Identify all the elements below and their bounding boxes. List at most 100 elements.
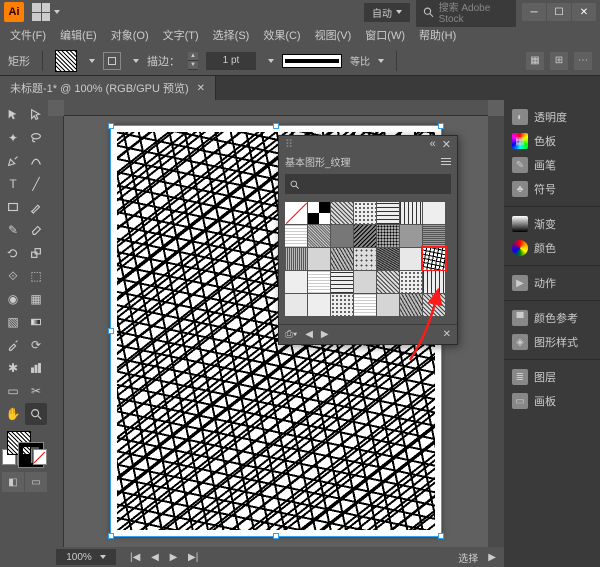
swatch-pattern[interactable] [377,202,399,224]
line-tool[interactable]: ╱ [25,173,47,195]
curvature-tool[interactable] [25,150,47,172]
rectangle-tool[interactable] [2,196,24,218]
none-swatch[interactable] [33,449,47,465]
zoom-tool[interactable] [25,403,47,425]
ruler-horizontal[interactable] [64,100,488,116]
selection-handle[interactable] [273,123,279,129]
swatch-pattern[interactable] [377,248,399,270]
slice-tool[interactable]: ✂ [25,380,47,402]
draw-mode-icon[interactable]: ◧ [2,472,24,492]
swatch-pattern[interactable] [377,294,399,316]
panel-color-guide[interactable]: ▀颜色参考 [504,307,600,329]
selection-handle[interactable] [273,533,279,539]
swatch-pattern[interactable] [285,248,307,270]
swatch-pattern[interactable] [377,271,399,293]
selection-handle[interactable] [108,328,114,334]
menu-type[interactable]: 文字(T) [157,25,205,45]
close-panel-icon[interactable]: ✕ [442,138,451,151]
chevron-down-icon[interactable] [133,59,139,63]
rotate-tool[interactable] [2,242,24,264]
prev-artboard-icon[interactable]: ◀ [147,552,163,563]
panel-actions[interactable]: ▶动作 [504,272,600,294]
swatch-pattern[interactable] [331,202,353,224]
align-icon[interactable]: ▦ [526,52,544,70]
swatch-pattern[interactable] [400,225,422,247]
eraser-tool[interactable] [25,219,47,241]
stroke-profile-dropdown[interactable]: 等比 [350,53,384,68]
perspective-grid-tool[interactable]: ▦ [25,288,47,310]
swatch-none[interactable] [285,202,307,224]
column-graph-tool[interactable] [25,357,47,379]
menu-effect[interactable]: 效果(C) [257,25,306,45]
menu-select[interactable]: 选择(S) [207,25,256,45]
type-tool[interactable]: T [2,173,24,195]
step-up-icon[interactable]: ▲ [188,52,198,61]
grip-icon[interactable]: ⠿ [285,138,293,151]
swatch-pattern[interactable] [400,294,422,316]
first-artboard-icon[interactable]: |◀ [126,552,144,563]
close-tab-icon[interactable]: ✕ [197,83,205,94]
blend-tool[interactable]: ⟳ [25,334,47,356]
document-tab[interactable]: 未标题-1* @ 100% (RGB/GPU 预览) ✕ [0,76,216,100]
swatch-pattern[interactable] [354,202,376,224]
panel-color[interactable]: 颜色 [504,237,600,259]
shaper-tool[interactable]: ✎ [2,219,24,241]
swatch-pattern[interactable] [354,248,376,270]
lasso-tool[interactable] [25,127,47,149]
swatch-pattern[interactable] [308,225,330,247]
swatch-pattern[interactable] [308,271,330,293]
ruler-vertical[interactable] [48,116,64,551]
menu-edit[interactable]: 编辑(E) [54,25,103,45]
transform-icon[interactable]: ⊞ [550,52,568,70]
auto-dropdown[interactable]: 自动 [364,3,410,22]
swatch-pattern[interactable] [285,225,307,247]
menu-help[interactable]: 帮助(H) [413,25,462,45]
status-menu-icon[interactable]: ▶ [488,552,496,563]
swatch-pattern[interactable] [308,294,330,316]
swatch-pattern[interactable] [331,248,353,270]
last-artboard-icon[interactable]: ▶| [184,552,202,563]
selection-handle[interactable] [108,123,114,129]
fill-swatch[interactable] [55,50,77,72]
paintbrush-tool[interactable] [25,196,47,218]
panel-symbols[interactable]: ♣符号 [504,178,600,200]
gradient-tool[interactable] [25,311,47,333]
next-artboard-icon[interactable]: ▶ [166,552,182,563]
swatch-pattern-selected[interactable] [423,248,445,270]
workspace-switcher-icon[interactable] [32,3,50,21]
direct-selection-tool[interactable] [25,104,47,126]
swatch-registration[interactable] [308,202,330,224]
more-icon[interactable]: ⋯ [574,52,592,70]
magic-wand-tool[interactable]: ✦ [2,127,24,149]
screen-mode-icon[interactable]: ▭ [25,472,47,492]
swatch-pattern[interactable] [285,271,307,293]
swatch-pattern[interactable] [423,271,445,293]
stroke-stepper[interactable]: ▲▼ [188,52,198,70]
swatch-pattern[interactable] [377,225,399,247]
selection-handle[interactable] [438,123,444,129]
collapse-icon[interactable]: « [430,138,436,150]
symbol-sprayer-tool[interactable]: ✱ [2,357,24,379]
eyedropper-tool[interactable] [2,334,24,356]
swatch-pattern[interactable] [354,271,376,293]
library-menu-icon[interactable]: ⎙▾ [285,329,297,340]
shape-builder-tool[interactable]: ◉ [2,288,24,310]
panel-menu-icon[interactable] [441,158,451,165]
panel-graphic-styles[interactable]: ◈图形样式 [504,331,600,353]
swatch-pattern[interactable] [354,225,376,247]
selection-handle[interactable] [108,533,114,539]
swatch-pattern[interactable] [400,202,422,224]
menu-window[interactable]: 窗口(W) [359,25,411,45]
swatch-pattern[interactable] [331,271,353,293]
menu-view[interactable]: 视图(V) [309,25,358,45]
free-transform-tool[interactable]: ⬚ [25,265,47,287]
panel-swatches[interactable]: ▦色板 [504,130,600,152]
panel-artboards[interactable]: ▭画板 [504,390,600,412]
swatch-pattern[interactable] [308,248,330,270]
stroke-profile-preview[interactable] [282,54,342,68]
panel-layers[interactable]: ≣图层 [504,366,600,388]
chevron-down-icon[interactable] [268,59,274,63]
prev-library-icon[interactable]: ◀ [305,329,313,340]
swatch-pattern[interactable] [400,271,422,293]
delete-swatch-icon[interactable]: ✕ [443,329,451,340]
